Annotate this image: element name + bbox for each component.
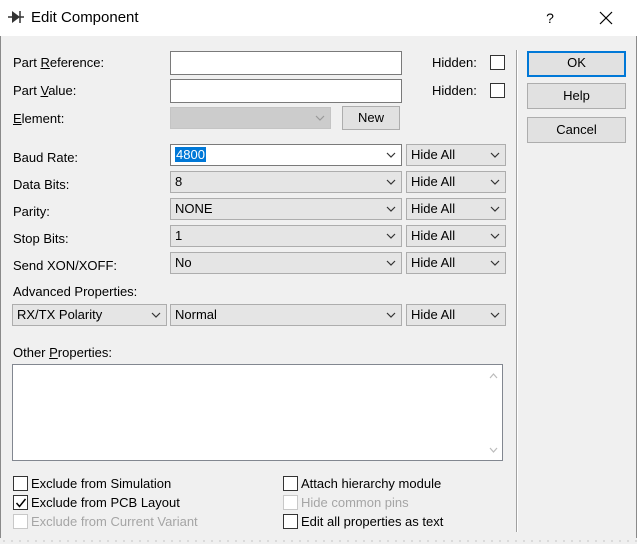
property-value: 1 (175, 228, 183, 243)
edit-as-text-checkbox[interactable] (283, 514, 298, 529)
part-value-hidden-label: Hidden: (432, 83, 477, 98)
part-value-input[interactable] (170, 79, 402, 103)
property-visibility: Hide All (411, 228, 456, 243)
part-reference-input[interactable] (170, 51, 402, 75)
part-reference-hidden-checkbox[interactable] (490, 55, 505, 70)
property-label: Stop Bits: (13, 231, 69, 246)
hide-common-pins-label: Hide common pins (301, 495, 409, 510)
part-value-label: Part Value: (13, 83, 77, 98)
hide-common-pins-checkbox[interactable] (283, 495, 298, 510)
cancel-button[interactable]: Cancel (527, 117, 626, 143)
part-reference-label: Part Reference: (13, 55, 105, 70)
property-visibility: Hide All (411, 174, 456, 189)
chevron-down-icon (315, 115, 325, 121)
part-value-hidden-checkbox[interactable] (490, 83, 505, 98)
advanced-value-select[interactable]: Normal (170, 304, 402, 326)
property-value-select[interactable]: 8 (170, 171, 402, 193)
property-value-select[interactable]: No (170, 252, 402, 274)
chevron-down-icon (490, 233, 500, 239)
chevron-down-icon (386, 152, 396, 158)
property-visibility-select[interactable]: Hide All (406, 225, 506, 247)
chevron-down-icon (490, 206, 500, 212)
chevron-down-icon (490, 260, 500, 266)
property-label: Parity: (13, 204, 50, 219)
help-button[interactable]: Help (527, 83, 626, 109)
property-label: Baud Rate: (13, 150, 79, 165)
title-bar: Edit Component ? (0, 0, 637, 36)
close-icon[interactable] (592, 6, 620, 30)
chevron-down-icon (386, 260, 396, 266)
exclude-simulation-label: Exclude from Simulation (31, 476, 172, 491)
edit-as-text-label: Edit all properties as text (301, 514, 444, 529)
chevron-down-icon (386, 206, 396, 212)
new-element-button[interactable]: New (342, 106, 400, 130)
element-label: Element: (13, 111, 65, 126)
property-label: Send XON/XOFF: (13, 258, 118, 273)
advanced-properties-label: Advanced Properties: (13, 284, 138, 299)
property-visibility-select[interactable]: Hide All (406, 252, 506, 274)
advanced-visibility-select[interactable]: Hide All (406, 304, 506, 326)
advanced-property-select[interactable]: RX/TX Polarity (12, 304, 167, 326)
chevron-down-icon (386, 179, 396, 185)
exclude-pcb-layout-label: Exclude from PCB Layout (31, 495, 180, 510)
property-value: No (175, 255, 192, 270)
dialog-border-left (0, 36, 1, 544)
exclude-current-variant-checkbox[interactable] (13, 514, 28, 529)
exclude-current-variant-label: Exclude from Current Variant (31, 514, 198, 529)
chevron-down-icon (386, 312, 396, 318)
exclude-simulation-checkbox[interactable] (13, 476, 28, 491)
textarea-scrollbar[interactable] (485, 365, 502, 460)
other-properties-label: Other Properties: (13, 345, 112, 360)
scroll-down-icon[interactable] (489, 447, 498, 453)
property-value: 4800 (175, 147, 206, 162)
property-value-select[interactable]: 4800 (170, 144, 402, 166)
property-visibility: Hide All (411, 255, 456, 270)
property-visibility-select[interactable]: Hide All (406, 198, 506, 220)
other-properties-textarea[interactable] (12, 364, 503, 461)
component-icon (8, 11, 24, 23)
property-visibility-select[interactable]: Hide All (406, 144, 506, 166)
background-grid (0, 538, 637, 544)
property-value-select[interactable]: 1 (170, 225, 402, 247)
exclude-pcb-layout-checkbox[interactable] (13, 495, 28, 510)
scroll-up-icon[interactable] (489, 373, 498, 379)
property-visibility: Hide All (411, 201, 456, 216)
chevron-down-icon (490, 312, 500, 318)
part-reference-hidden-label: Hidden: (432, 55, 477, 70)
checkmark-icon (15, 498, 27, 508)
attach-hierarchy-checkbox[interactable] (283, 476, 298, 491)
property-visibility-select[interactable]: Hide All (406, 171, 506, 193)
element-select[interactable] (170, 107, 331, 129)
property-value: 8 (175, 174, 183, 189)
property-visibility: Hide All (411, 147, 456, 162)
help-icon[interactable]: ? (538, 6, 562, 30)
property-value-select[interactable]: NONE (170, 198, 402, 220)
window-title: Edit Component (31, 9, 139, 26)
chevron-down-icon (490, 152, 500, 158)
attach-hierarchy-label: Attach hierarchy module (301, 476, 442, 491)
property-label: Data Bits: (13, 177, 70, 192)
vertical-separator (516, 50, 518, 532)
chevron-down-icon (386, 233, 396, 239)
chevron-down-icon (490, 179, 500, 185)
chevron-down-icon (151, 312, 161, 318)
property-value: NONE (175, 201, 213, 216)
ok-button[interactable]: OK (527, 51, 626, 77)
